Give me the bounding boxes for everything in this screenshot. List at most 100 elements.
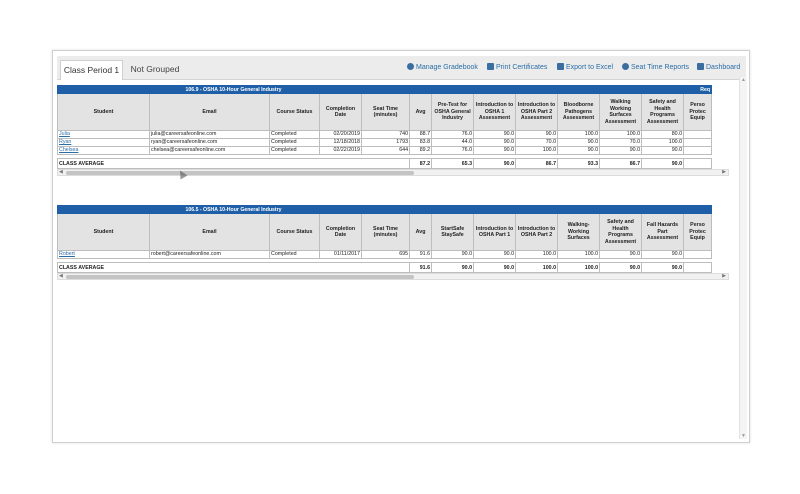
column-header[interactable]: Pre-Test for OSHA General Industry [431,93,475,131]
class-average-row: CLASS AVERAGE 87.2 65.3 90.0 86.7 93.3 86.7 90.… [57,158,713,169]
grade-cell: Completed [269,146,320,155]
grade-cell: 90.0 [473,130,517,139]
column-header[interactable]: Student [57,93,150,131]
column-header[interactable]: Bloodborne Pathogens Assessment [557,93,601,131]
grade-cell: 90.0 [473,138,517,147]
horizontal-scrollbar[interactable]: ◀ ▶ [57,169,729,176]
average-cell: 91.6 [409,262,433,273]
column-header[interactable]: Seat Time (minutes) [360,93,411,131]
column-header[interactable]: Introduction to OSHA Part 2 [515,213,559,251]
grade-cell: 90.0 [557,146,601,155]
average-cell: 86.7 [515,158,559,169]
seat-time-reports-link[interactable]: Seat Time Reports [622,62,689,74]
scroll-down-icon[interactable]: ▼ [741,433,746,439]
vertical-scrollbar[interactable]: ▲ ▼ [739,77,747,439]
gradebook-title: 106.9 - OSHA 10-Hour General Industry [57,85,411,94]
column-header[interactable]: Introduction to OSHA 1 Assessment [473,93,517,131]
tab-bar: Class Period 1 Not Grouped Manage Gradeb… [57,56,746,80]
column-header[interactable]: Fall Hazards Part Assessment [641,213,685,251]
grade-cell: 740 [360,130,411,139]
column-header[interactable]: Avg [409,93,433,131]
student-name-link[interactable]: Robert [57,250,150,259]
dashboard-link[interactable]: Dashboard [697,62,740,74]
grade-cell: 90.0 [473,146,517,155]
average-cell: 100.0 [515,262,559,273]
average-cell: 90.0 [431,262,475,273]
grade-cell: 1793 [360,138,411,147]
column-header[interactable]: Course Status [269,93,320,131]
student-name-link[interactable]: Chelsea [57,146,150,155]
column-header[interactable]: Introduction to OSHA Part 2 Assessment [515,93,559,131]
column-header[interactable]: Safety and Health Programs Assessment [641,93,685,131]
scroll-right-icon[interactable]: ▶ [722,273,726,279]
column-header[interactable]: Completion Date [319,93,362,131]
grade-cell: 12/18/2018 [319,138,362,147]
grade-cell: 100.0 [515,250,559,259]
average-cell [683,262,713,273]
average-cell: 90.0 [641,262,685,273]
average-cell: 90.0 [473,158,517,169]
gradebook-table: 106.5 - OSHA 10-Hour General Industry Stu… [57,205,713,273]
gradebook-table: 106.9 - OSHA 10-Hour General Industry Req… [57,85,713,169]
grade-cell: Completed [269,130,320,139]
average-cell [683,158,713,169]
grade-cell [683,138,713,147]
average-cell: 90.0 [473,262,517,273]
save-icon [557,63,564,70]
manage-gradebook-link[interactable]: Manage Gradebook [407,62,478,74]
grade-cell [683,146,713,155]
average-cell: 93.3 [557,158,601,169]
column-header[interactable]: Introduction to OSHA Part 1 [473,213,517,251]
grade-cell: 76.0 [431,146,475,155]
grade-cell: 70.0 [515,138,559,147]
grade-cell: 44.0 [431,138,475,147]
column-header[interactable]: Student [57,213,150,251]
grade-cell: 695 [360,250,411,259]
column-header[interactable]: Completion Date [319,213,362,251]
grade-cell: 89.2 [409,146,433,155]
scroll-right-icon[interactable]: ▶ [722,169,726,175]
grade-cell: 88.7 [409,130,433,139]
column-header[interactable]: Email [149,213,270,251]
average-cell: 90.0 [599,262,643,273]
clock-icon [622,63,629,70]
column-header[interactable]: Walking Working Surfaces Assessment [599,93,643,131]
scrollbar-thumb[interactable] [66,171,414,175]
column-header[interactable]: Avg [409,213,433,251]
grade-cell: 02/20/2019 [319,130,362,139]
gradebook-title: 106.5 - OSHA 10-Hour General Industry [57,205,411,214]
grade-cell: chelsea@careersafeonline.com [149,146,270,155]
column-header[interactable]: Perso Protec Equip [683,213,713,251]
tab-not-grouped[interactable]: Not Grouped [125,60,185,80]
student-name-link[interactable]: Julia [57,130,150,139]
column-header[interactable]: Perso Protec Equip [683,93,713,131]
gradebook-scroll-area[interactable]: 106.9 - OSHA 10-Hour General Industry Req… [57,85,739,437]
scrollbar-thumb[interactable] [66,275,414,279]
column-header[interactable]: StartSafe StaySafe [431,213,475,251]
grade-cell: 90.0 [431,250,475,259]
export-excel-link[interactable]: Export to Excel [557,62,613,74]
gradebook-106-9: 106.9 - OSHA 10-Hour General Industry Req… [57,85,729,176]
horizontal-scrollbar[interactable]: ◀ ▶ [57,273,729,280]
student-name-link[interactable]: Ryan [57,138,150,147]
print-certificates-link[interactable]: Print Certificates [487,62,547,74]
tab-class-period-1[interactable]: Class Period 1 [60,60,123,80]
scroll-up-icon[interactable]: ▲ [741,77,746,83]
column-header[interactable]: Email [149,93,270,131]
class-average-label: CLASS AVERAGE [57,158,411,169]
grade-cell: robert@careersafeonline.com [149,250,270,259]
column-header[interactable]: Walking-Working Surfaces [557,213,601,251]
scroll-left-icon[interactable]: ◀ [59,273,63,279]
average-cell: 65.3 [431,158,475,169]
column-header[interactable]: Course Status [269,213,320,251]
grade-cell: 83.8 [409,138,433,147]
student-row: Ryan ryan@careersafeonline.com Completed 12… [57,138,713,147]
scroll-left-icon[interactable]: ◀ [59,169,63,175]
grade-cell: 76.0 [431,130,475,139]
column-header[interactable]: Seat Time (minutes) [360,213,411,251]
class-average-label: CLASS AVERAGE [57,262,411,273]
grade-cell: julia@careersafeonline.com [149,130,270,139]
gear-icon [407,63,414,70]
grade-cell: 90.0 [641,146,685,155]
column-header[interactable]: Safety and Health Programs Assessment [599,213,643,251]
